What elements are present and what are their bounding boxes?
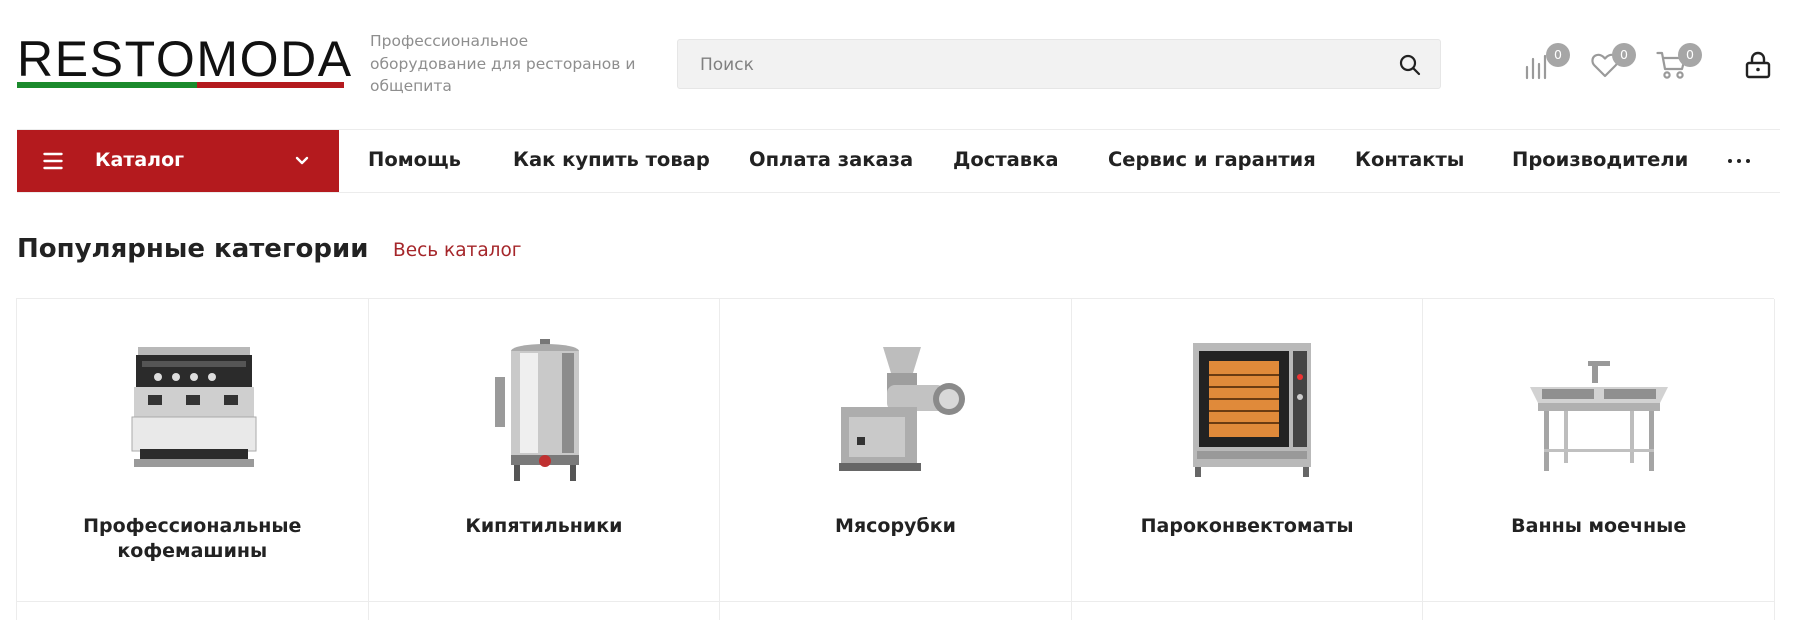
category-label: Мясорубки <box>835 515 956 537</box>
combi-oven-image <box>1192 343 1311 477</box>
section-title: Популярные категории <box>17 234 369 264</box>
tagline: Профессиональное оборудование для рестор… <box>370 32 636 95</box>
category-card[interactable]: Кипятильники <box>368 299 721 602</box>
nav-item-delivery[interactable]: Доставка <box>953 148 1059 172</box>
category-label: Пароконвектоматы <box>1140 515 1354 537</box>
nav-item-service[interactable]: Сервис и гарантия <box>1108 148 1316 172</box>
sink-image <box>1530 361 1669 471</box>
category-row-2-cell <box>1423 602 1775 620</box>
search-input[interactable] <box>700 52 1360 78</box>
category-label: Кипятильники <box>465 515 623 537</box>
coffee-machine-image <box>131 347 257 467</box>
catalog-button[interactable]: Каталог <box>17 130 339 192</box>
nav-item-payment[interactable]: Оплата заказа <box>749 148 913 172</box>
cart-count-badge: 0 <box>1678 43 1702 67</box>
nav-item-how-to-buy[interactable]: Как купить товар <box>513 148 710 172</box>
logo-text: RESTOMODA <box>17 31 353 87</box>
header: RESTOMODA Профессиональное оборудование … <box>0 0 1807 129</box>
all-catalog-link[interactable]: Весь каталог <box>393 239 522 263</box>
category-row-2-cell <box>369 602 721 620</box>
search-icon[interactable] <box>1398 53 1422 77</box>
favorites-count-badge: 0 <box>1612 43 1636 67</box>
category-label: Профессиональные кофемашины <box>83 515 302 562</box>
category-row-2-cell <box>17 602 369 620</box>
more-dots-icon[interactable] <box>1728 150 1754 170</box>
catalog-label: Каталог <box>95 149 185 171</box>
search-bar <box>677 39 1441 89</box>
category-label: Ванны моечные <box>1511 515 1687 537</box>
category-card[interactable]: Мясорубки <box>720 299 1072 602</box>
meat-grinder-image <box>839 347 966 471</box>
nav-item-manufacturers[interactable]: Производители <box>1512 148 1688 172</box>
category-row-2-cell <box>1072 602 1424 620</box>
compare-count-badge: 0 <box>1546 43 1570 67</box>
nav-item-help[interactable]: Помощь <box>368 148 461 172</box>
category-grid: Профессиональные кофемашины Кипятильники <box>16 298 1775 620</box>
category-row-2-cell <box>720 602 1072 620</box>
menu-icon <box>43 152 63 170</box>
chevron-down-icon <box>295 156 309 165</box>
favorites-button[interactable]: 0 <box>1590 43 1636 82</box>
logo[interactable]: RESTOMODA <box>17 31 353 90</box>
category-card[interactable]: Профессиональные кофемашины <box>17 299 369 602</box>
category-card[interactable]: Ванны моечные <box>1423 299 1775 602</box>
nav-item-contacts[interactable]: Контакты <box>1355 148 1464 172</box>
account-button[interactable] <box>1743 46 1783 82</box>
water-boiler-image <box>494 339 579 481</box>
lock-icon <box>1745 51 1771 79</box>
logo-flag-bar <box>17 82 344 88</box>
nav-divider-bottom <box>17 192 1780 193</box>
cart-button[interactable]: 0 <box>1656 43 1702 82</box>
compare-button[interactable]: 0 <box>1524 43 1570 82</box>
category-card[interactable]: Пароконвектоматы <box>1071 299 1424 602</box>
